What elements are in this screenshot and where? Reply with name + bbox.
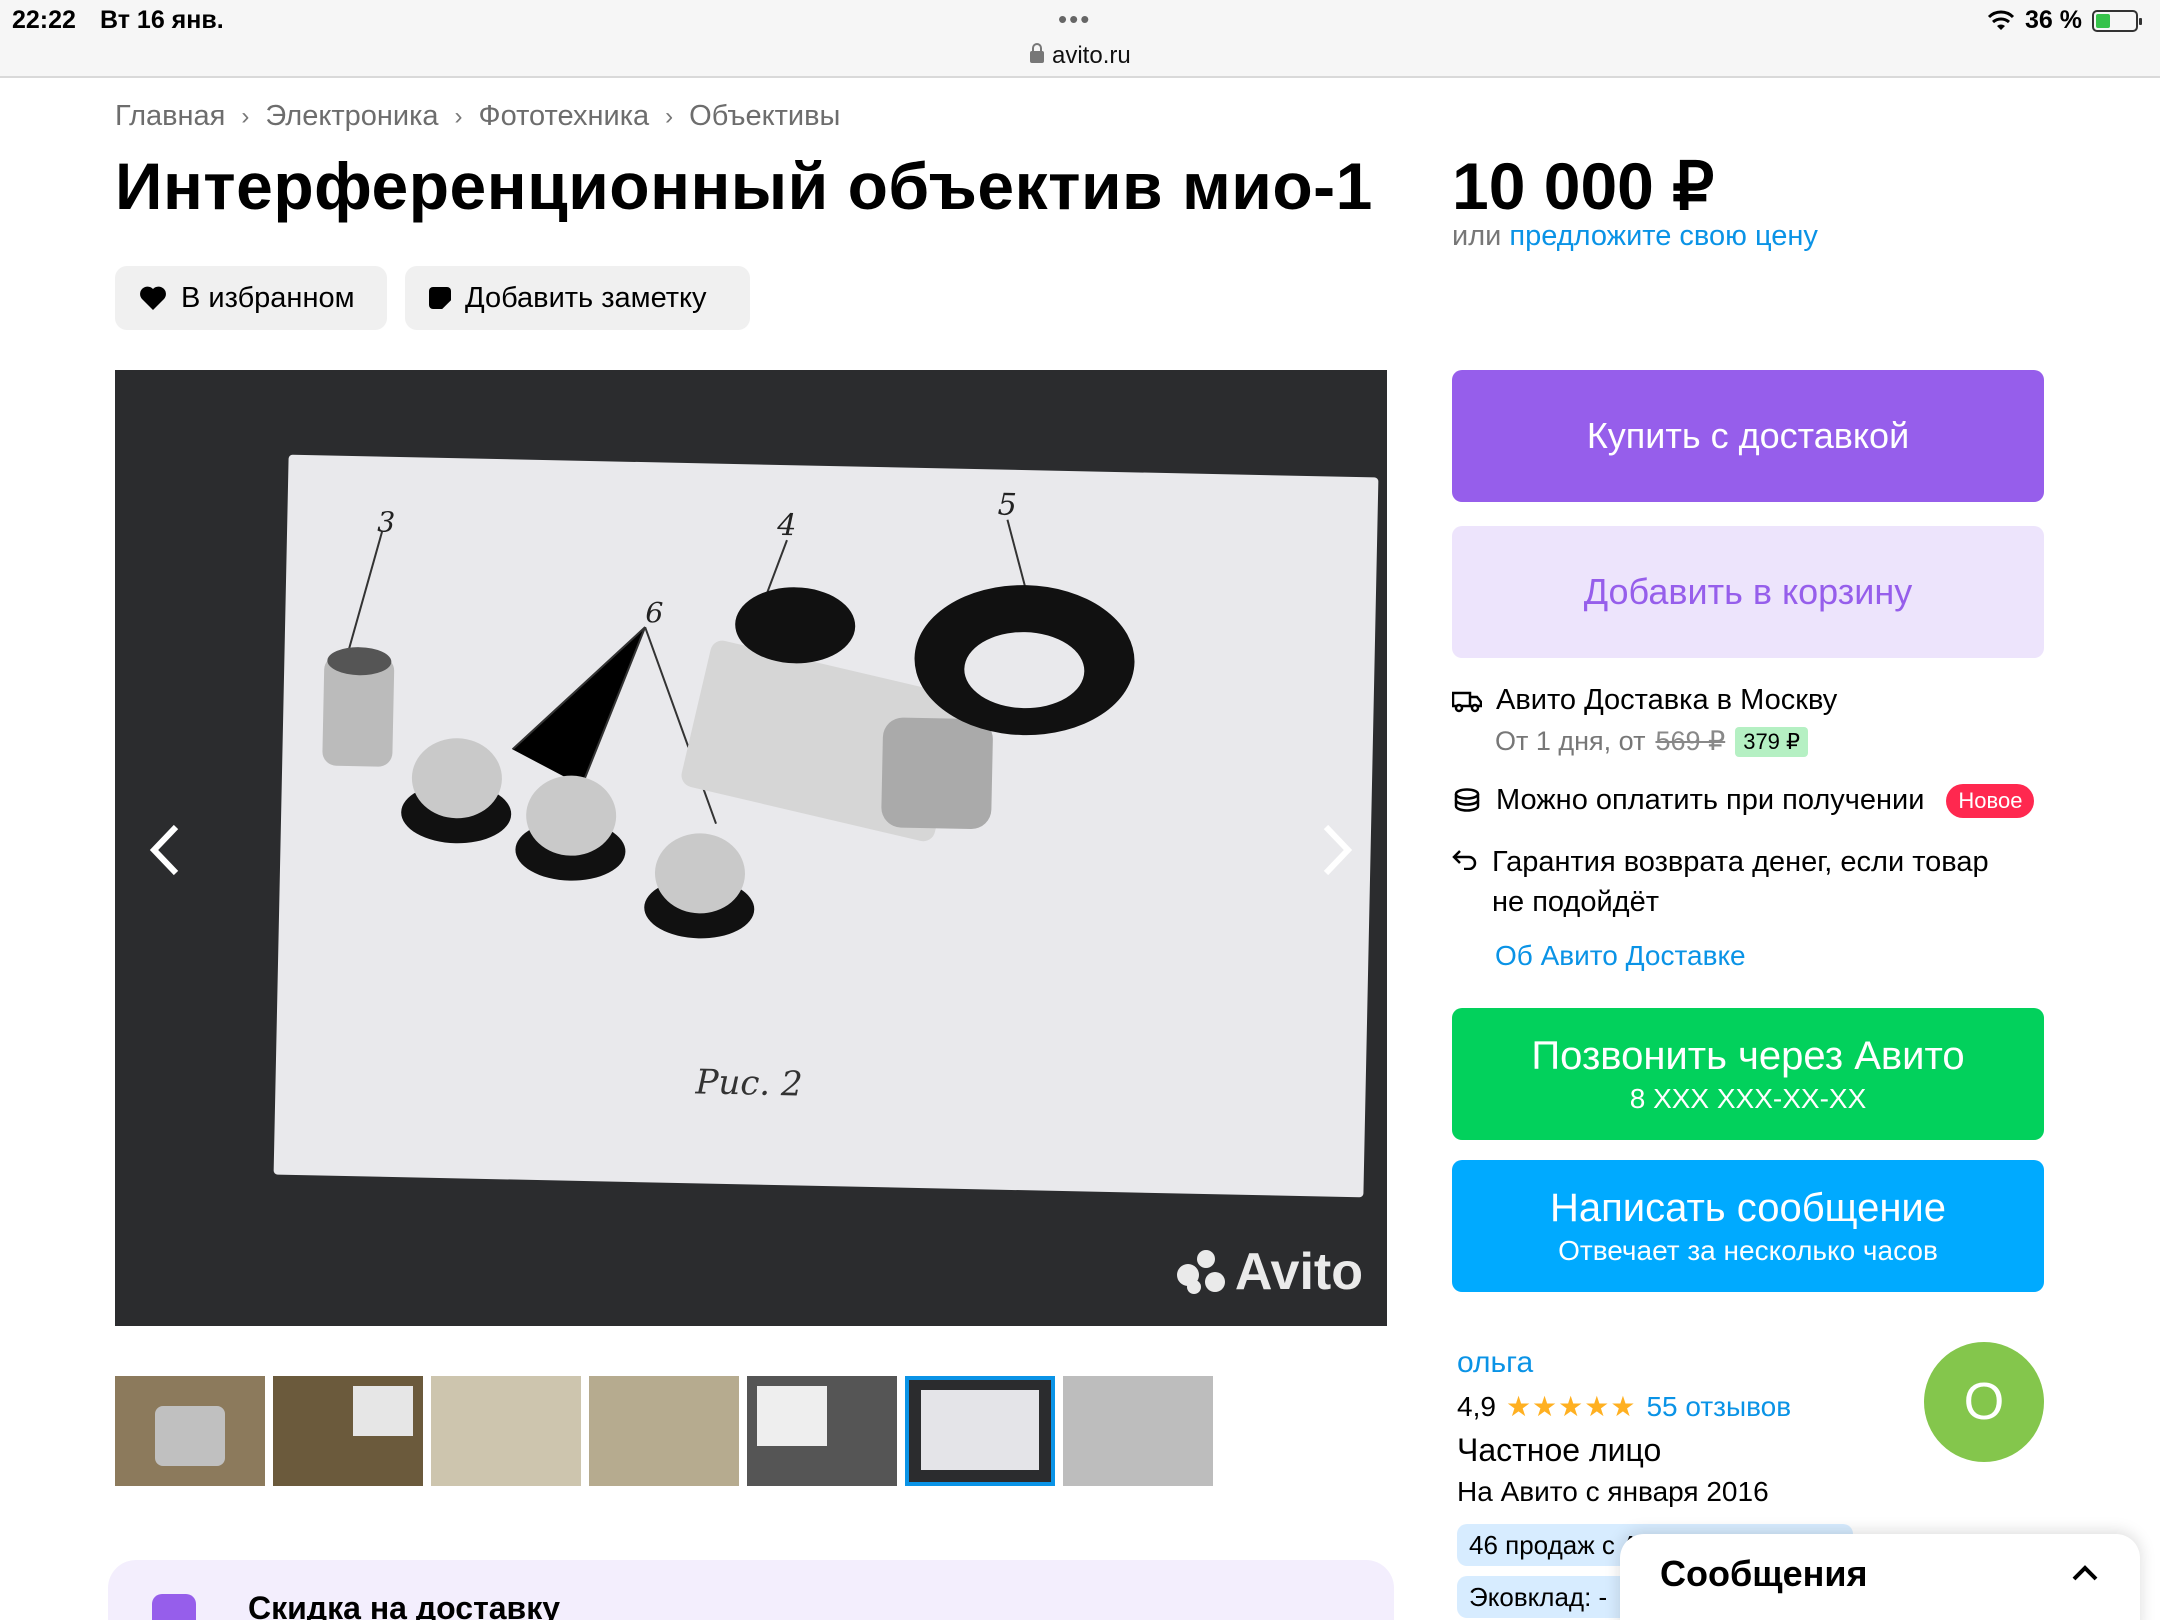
thumbnail[interactable] xyxy=(431,1376,581,1486)
guarantee-text: Гарантия возврата денег, если товар не п… xyxy=(1492,846,1989,918)
chevron-right-icon: › xyxy=(665,102,674,130)
add-note-label: Добавить заметку xyxy=(465,281,707,314)
battery-percent: 36 % xyxy=(2025,6,2082,34)
guarantee-info: Гарантия возврата денег, если товар не п… xyxy=(1452,842,2012,922)
watermark-text: Avito xyxy=(1234,1243,1363,1301)
call-phone: 8 XXX XXX-XX-XX xyxy=(1629,1082,1867,1114)
write-message-button[interactable]: Написать сообщение Отвечает за несколько… xyxy=(1452,1160,2044,1292)
chevron-up-icon[interactable] xyxy=(2070,1559,2100,1589)
add-to-cart-button[interactable]: Добавить в корзину xyxy=(1452,526,2044,658)
chevron-right-icon: › xyxy=(241,102,250,130)
buy-label: Купить с доставкой xyxy=(1586,415,1910,456)
thumbnail[interactable] xyxy=(273,1376,423,1486)
pay-on-receipt-info: Можно оплатить при получении Новое xyxy=(1452,784,2035,818)
breadcrumb: Главная › Электроника › Фототехника › Об… xyxy=(115,100,840,133)
thumbnail-strip xyxy=(115,1376,1213,1486)
breadcrumb-photo[interactable]: Фототехника xyxy=(479,100,650,133)
main-photo[interactable]: 3 4 5 6 Рис. 2 Avito xyxy=(115,370,1387,1326)
svg-text:Рис. 2: Рис. 2 xyxy=(694,1062,803,1104)
price: 10 000 ₽ xyxy=(1452,149,1715,223)
battery-icon xyxy=(2092,9,2142,32)
add-note-button[interactable]: Добавить заметку xyxy=(405,266,750,330)
messages-panel[interactable]: Сообщения xyxy=(1620,1534,2140,1620)
chevron-right-icon: › xyxy=(454,102,463,130)
response-time: Отвечает за несколько часов xyxy=(1558,1234,1938,1266)
url-text: avito.ru xyxy=(1052,42,1131,69)
heart-icon xyxy=(140,286,166,310)
delivery-subtitle: От 1 дня, от 569 ₽ 379 ₽ xyxy=(1495,726,1809,757)
favorite-label: В избранном xyxy=(181,281,355,314)
status-date: Вт 16 янв. xyxy=(100,6,224,34)
more-dots-icon[interactable]: ••• xyxy=(1058,4,1091,35)
buy-with-delivery-button[interactable]: Купить с доставкой xyxy=(1452,370,2044,502)
delivery-time: От 1 дня, от xyxy=(1495,726,1646,756)
chevron-right-icon xyxy=(1323,824,1353,876)
call-button[interactable]: Позвонить через Авито 8 XXX XXX-XX-XX xyxy=(1452,1008,2044,1140)
avatar-letter: О xyxy=(1963,1373,2005,1431)
gallery-prev-button[interactable] xyxy=(135,810,195,890)
thumbnail[interactable] xyxy=(747,1376,897,1486)
thumbnail[interactable] xyxy=(115,1376,265,1486)
lens-parts-illustration: 3 4 5 6 Рис. 2 xyxy=(322,488,1135,1105)
seller-rating: 4,9 ★★★★★ 55 отзывов xyxy=(1457,1390,1791,1423)
note-icon xyxy=(429,287,451,309)
star-rating-icon: ★★★★★ xyxy=(1505,1391,1637,1422)
about-delivery-link[interactable]: Об Авито Доставке xyxy=(1495,940,1746,972)
discount-bag-icon xyxy=(152,1594,196,1620)
battery-fill xyxy=(2096,13,2110,28)
seller-type: Частное лицо xyxy=(1457,1432,1662,1468)
return-arrow-icon xyxy=(1452,844,1478,874)
price-offer: или предложите свою цену xyxy=(1452,220,1818,253)
thumbnail[interactable] xyxy=(1063,1376,1213,1486)
thumbnail-active[interactable] xyxy=(905,1376,1055,1486)
pay-on-receipt-text: Можно оплатить при получении xyxy=(1496,784,1925,816)
breadcrumb-electronics[interactable]: Электроника xyxy=(265,100,438,133)
rating-value: 4,9 xyxy=(1457,1390,1496,1422)
promo-text: Скидка на доставку xyxy=(248,1590,561,1620)
truck-icon xyxy=(1452,686,1482,716)
new-badge: Новое xyxy=(1946,784,2035,818)
avatar[interactable]: О xyxy=(1924,1342,2044,1462)
address-bar[interactable]: avito.ru xyxy=(1030,42,1131,70)
messages-label: Сообщения xyxy=(1660,1553,1868,1594)
svg-text:6: 6 xyxy=(645,596,664,629)
photo-content: 3 4 5 6 Рис. 2 xyxy=(273,454,1379,1198)
price-or-text: или xyxy=(1452,220,1502,252)
breadcrumb-home[interactable]: Главная xyxy=(115,100,225,133)
seller-since: На Авито с января 2016 xyxy=(1457,1476,1769,1507)
status-bar: 22:22 Вт 16 янв. ••• avito.ru 36 % xyxy=(0,0,2160,78)
reviews-link[interactable]: 55 отзывов xyxy=(1646,1391,1791,1423)
svg-text:3: 3 xyxy=(377,506,396,539)
chevron-left-icon xyxy=(149,824,179,876)
status-time: 22:22 xyxy=(12,6,76,34)
wifi-icon xyxy=(1987,10,2015,32)
avito-logo-icon xyxy=(1176,1250,1227,1294)
thumbnail[interactable] xyxy=(589,1376,739,1486)
page-title: Интерференционный объектив мио-1 xyxy=(115,149,1373,223)
delivery-new-price: 379 ₽ xyxy=(1735,726,1809,757)
call-label: Позвонить через Авито xyxy=(1531,1033,1965,1078)
avito-watermark: Avito xyxy=(1176,1242,1363,1302)
coins-icon xyxy=(1452,786,1482,816)
eco-tag: Эковклад: - xyxy=(1457,1576,1637,1618)
favorite-button[interactable]: В избранном xyxy=(115,266,387,330)
breadcrumb-lenses[interactable]: Объективы xyxy=(689,100,840,133)
lock-icon xyxy=(1030,43,1044,63)
delivery-title: Авито Доставка в Москву xyxy=(1496,684,1838,716)
offer-price-link[interactable]: предложите свою цену xyxy=(1509,220,1817,252)
message-label: Написать сообщение xyxy=(1549,1185,1946,1230)
gallery-next-button[interactable] xyxy=(1307,810,1367,890)
svg-text:5: 5 xyxy=(997,488,1017,523)
seller-name[interactable]: ольга xyxy=(1457,1346,1533,1380)
cart-label: Добавить в корзину xyxy=(1583,571,1913,612)
delivery-promo-banner[interactable]: Скидка на доставку xyxy=(108,1560,1394,1620)
svg-text:4: 4 xyxy=(776,508,797,543)
delivery-info: Авито Доставка в Москву xyxy=(1452,684,1837,717)
status-indicators: 36 % xyxy=(1987,6,2142,35)
delivery-old-price: 569 ₽ xyxy=(1655,726,1726,756)
